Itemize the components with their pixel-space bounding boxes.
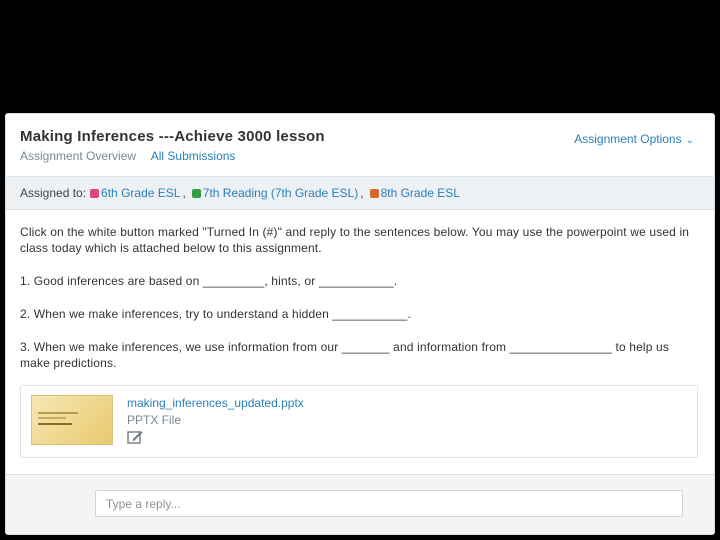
class-color-swatch [369,188,379,198]
attachment-filename-link[interactable]: making_inferences_updated.pptx [127,396,304,410]
reply-input[interactable] [95,490,683,517]
class-link-7th-reading[interactable]: 7th Reading (7th Grade ESL) [203,186,358,200]
question-3: 3. When we make inferences, we use infor… [20,340,670,370]
assigned-to-label: Assigned to: [20,186,87,200]
class-color-swatch [191,188,201,198]
assignment-header: Making Inferences ---Achieve 3000 lesson… [6,114,714,174]
subtabs: Assignment Overview All Submissions [20,149,700,163]
tab-all-submissions[interactable]: All Submissions [151,149,236,163]
class-color-swatch [90,188,100,198]
question-2: 2. When we make inferences, try to under… [20,307,411,321]
assignment-description: Click on the white button marked "Turned… [6,210,714,371]
attachment-card: making_inferences_updated.pptx PPTX File [20,385,698,458]
reply-bar [6,474,714,534]
assignment-card: Making Inferences ---Achieve 3000 lesson… [5,113,715,535]
black-top-area [0,0,720,113]
edit-icon[interactable] [127,430,143,444]
assigned-to-bar: Assigned to: 6th Grade ESL, 7th Reading … [6,176,714,210]
instructions-paragraph: Click on the white button marked "Turned… [20,225,690,255]
assignment-options-label: Assignment Options [574,132,682,146]
assignment-options-button[interactable]: Assignment Options ⌄ [574,132,694,146]
class-link-8th-grade-esl[interactable]: 8th Grade ESL [381,186,460,200]
separator: , [182,186,186,200]
presentation-thumbnail-icon[interactable] [31,395,113,445]
question-1: 1. Good inferences are based on ________… [20,274,398,288]
tab-assignment-overview[interactable]: Assignment Overview [20,149,136,163]
separator: , [360,186,364,200]
class-link-6th-grade-esl[interactable]: 6th Grade ESL [101,186,180,200]
attachment-filetype: PPTX File [127,413,182,427]
chevron-down-icon: ⌄ [685,135,694,146]
